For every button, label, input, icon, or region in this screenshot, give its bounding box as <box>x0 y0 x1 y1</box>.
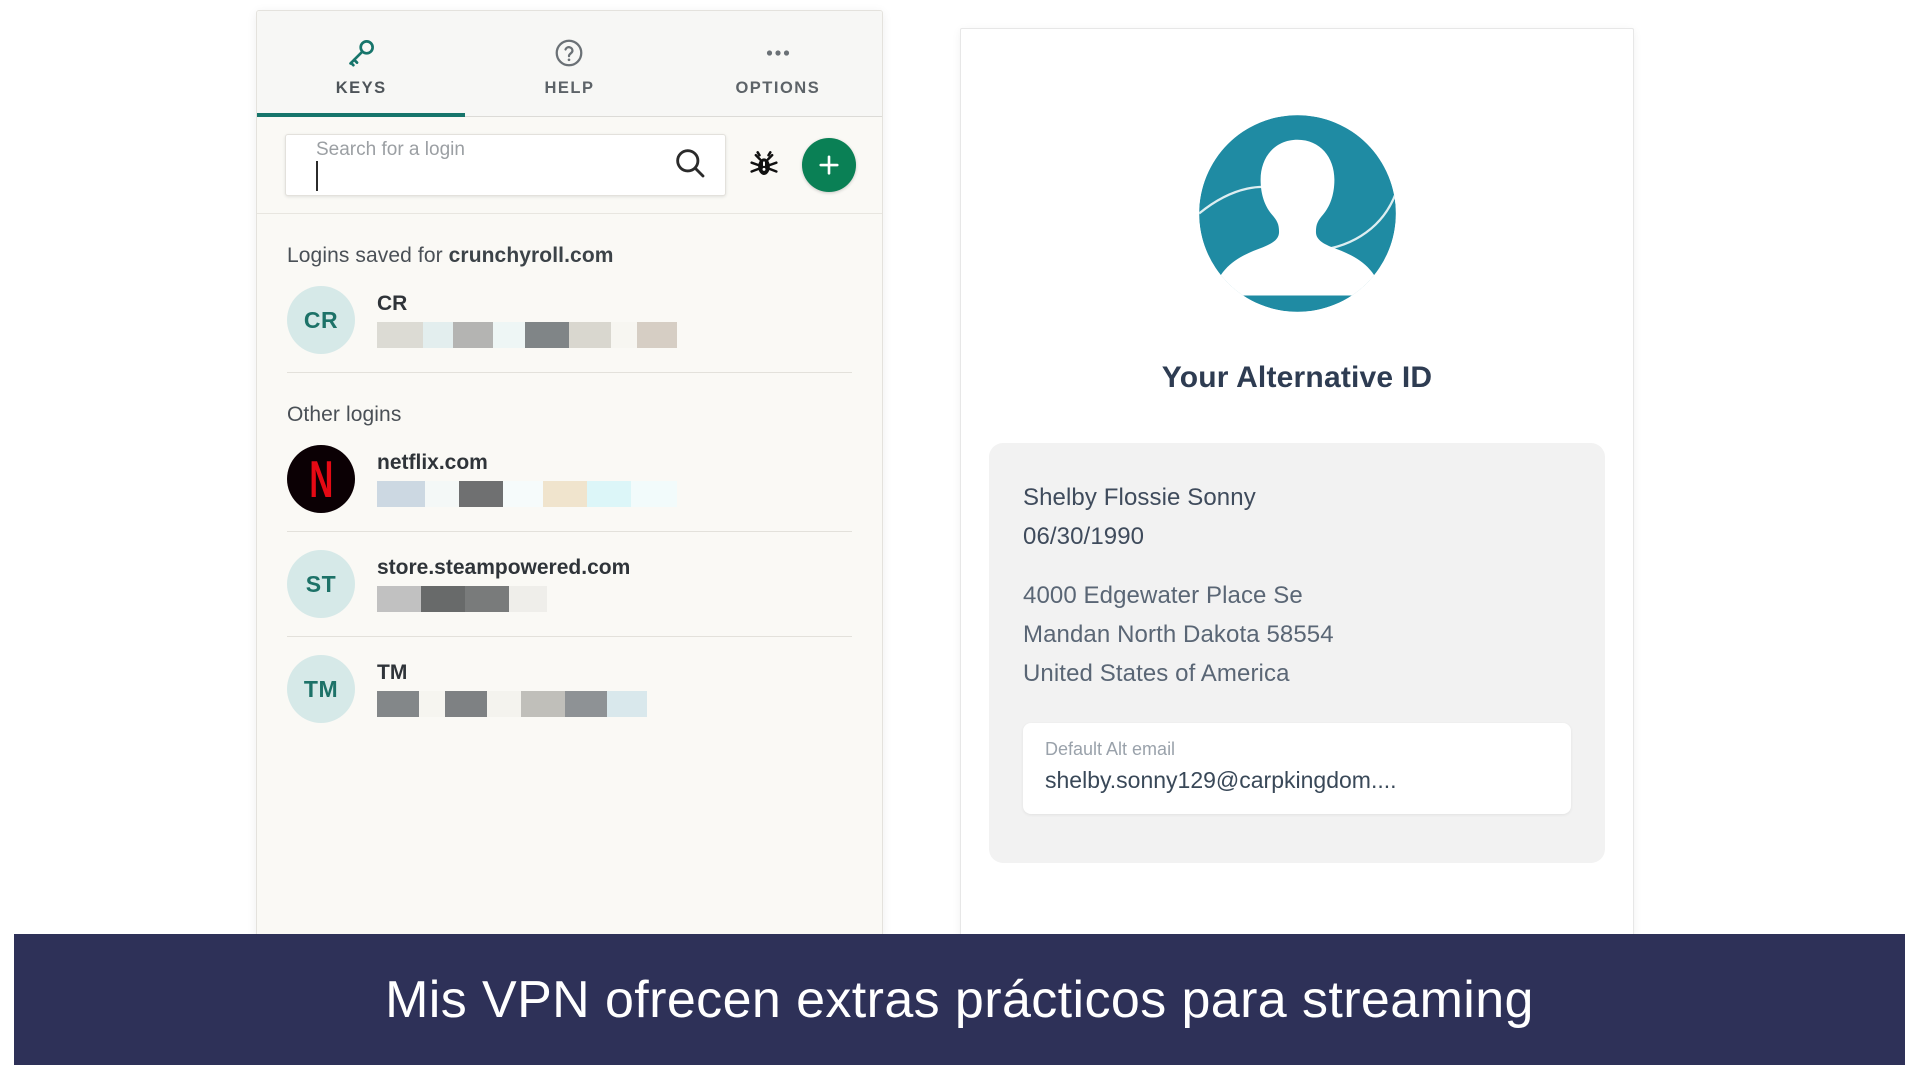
other-logins-group: Nnetflix.com ST store.steampowered.com TM TM <box>257 427 882 741</box>
identity-card: Shelby Flossie Sonny 06/30/1990 4000 Edg… <box>989 443 1605 863</box>
logins-list: Logins saved for crunchyroll.com CR CR Ot… <box>257 214 882 936</box>
redacted-block <box>503 481 543 507</box>
login-row[interactable]: Nnetflix.com <box>257 427 882 531</box>
search-placeholder: Search for a login <box>316 139 465 160</box>
redacted-block <box>637 322 677 348</box>
redacted-block <box>543 481 587 507</box>
generic-avatar-icon: ST <box>287 550 355 618</box>
add-login-button[interactable] <box>802 138 856 192</box>
text-caret <box>316 161 318 191</box>
tab-keys[interactable]: KEYS <box>257 11 466 117</box>
tab-help-label: HELP <box>544 78 595 97</box>
login-title: CR <box>377 292 408 315</box>
question-circle-icon <box>553 36 585 70</box>
tab-options[interactable]: OPTIONS <box>674 11 882 116</box>
generic-avatar-icon: CR <box>287 286 355 354</box>
identity-address-line2: Mandan North Dakota 58554 <box>1023 620 1334 648</box>
generic-avatar-icon: TM <box>287 655 355 723</box>
person-avatar-icon <box>1195 111 1400 321</box>
redacted-block <box>465 586 509 612</box>
tab-keys-label: KEYS <box>335 78 387 97</box>
saved-logins-heading-prefix: Logins saved for <box>287 244 449 267</box>
redacted-block <box>445 691 487 717</box>
login-info: netflix.com <box>377 451 852 507</box>
netflix-icon: N <box>287 445 355 513</box>
saved-logins-heading: Logins saved for crunchyroll.com <box>257 214 882 268</box>
identity-address-line1: 4000 Edgewater Place Se <box>1023 581 1303 609</box>
redacted-block <box>487 691 521 717</box>
redacted-block <box>607 691 647 717</box>
login-title: store.steampowered.com <box>377 556 631 579</box>
login-info: CR <box>377 292 852 348</box>
saved-logins-group: CR CR <box>257 268 882 372</box>
search-toolbar: Search for a login <box>257 117 882 214</box>
login-row[interactable]: TM TM <box>257 637 882 741</box>
login-row[interactable]: CR CR <box>257 268 882 372</box>
identity-name: Shelby Flossie Sonny <box>1023 484 1256 511</box>
default-alt-email-field[interactable]: Default Alt email shelby.sonny129@carpki… <box>1023 723 1571 815</box>
default-alt-email-value: shelby.sonny129@carpkingdom.... <box>1045 767 1397 794</box>
redacted-block <box>631 481 677 507</box>
page-title: Your Alternative ID <box>1161 361 1433 394</box>
ellipsis-icon <box>761 36 795 70</box>
redacted-block <box>565 691 607 717</box>
redacted-block <box>459 481 503 507</box>
alternative-id-panel: Your Alternative ID Shelby Flossie Sonny… <box>960 28 1634 940</box>
tab-help[interactable]: HELP <box>465 11 673 116</box>
redacted-block <box>377 322 423 348</box>
bug-icon[interactable] <box>742 143 786 187</box>
redacted-block <box>425 481 459 507</box>
identity-address-line3: United States of America <box>1023 659 1290 687</box>
login-title: netflix.com <box>377 451 488 474</box>
login-title: TM <box>377 661 408 684</box>
key-icon <box>344 36 378 70</box>
redacted-block <box>509 586 547 612</box>
redacted-block <box>419 691 445 717</box>
redacted-block <box>377 481 425 507</box>
redacted-block <box>525 322 569 348</box>
redacted-block <box>452 322 493 348</box>
subtitle-banner: Mis VPN ofrecen extras prácticos para st… <box>14 934 1905 1065</box>
login-info: store.steampowered.com <box>377 556 852 612</box>
tab-bar: KEYS HELP OPTIONS <box>257 11 882 117</box>
password-manager-extension-panel: KEYS HELP OPTIONS Search for a login Log… <box>256 10 883 937</box>
redacted-block <box>492 322 526 348</box>
redacted-block <box>377 586 421 612</box>
other-logins-heading: Other logins <box>287 403 402 426</box>
redacted-credential <box>377 691 677 717</box>
login-row[interactable]: ST store.steampowered.com <box>257 532 882 636</box>
redacted-credential <box>377 322 677 348</box>
redacted-block <box>421 586 465 612</box>
search-field-wrap: Search for a login <box>308 139 671 191</box>
login-info: TM <box>377 661 852 717</box>
subtitle-text: Mis VPN ofrecen extras prácticos para st… <box>385 970 1534 1029</box>
saved-logins-domain: crunchyroll.com <box>448 244 614 267</box>
redacted-block <box>568 322 611 348</box>
redacted-credential <box>377 481 677 507</box>
redacted-block <box>422 322 453 348</box>
netflix-n-glyph: N <box>309 449 334 509</box>
redacted-block <box>521 691 565 717</box>
identity-birthdate: 06/30/1990 <box>1023 522 1145 550</box>
default-alt-email-label: Default Alt email <box>1045 739 1176 760</box>
tab-options-label: OPTIONS <box>735 78 821 97</box>
active-tab-indicator <box>257 113 466 117</box>
avatar-wrap <box>961 29 1633 321</box>
redacted-block <box>587 481 631 507</box>
redacted-block <box>377 691 419 717</box>
search-input[interactable]: Search for a login <box>285 134 726 196</box>
redacted-block <box>610 322 638 348</box>
redacted-credential <box>377 586 677 612</box>
search-icon[interactable] <box>671 144 709 187</box>
